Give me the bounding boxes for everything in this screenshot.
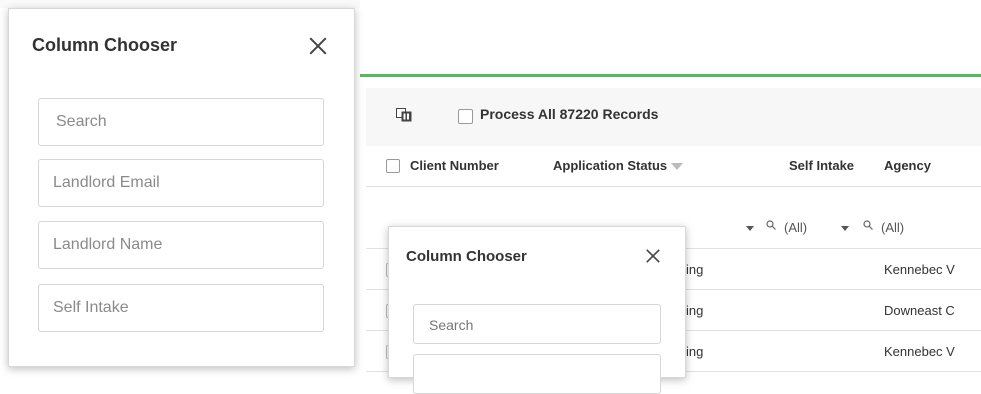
filter-self-intake[interactable]: (All)	[784, 220, 807, 235]
filter-agency[interactable]: (All)	[881, 220, 904, 235]
column-header-label: Application Status	[553, 158, 668, 173]
cell-agency: Kennebec V	[884, 262, 955, 277]
process-all-checkbox[interactable]	[458, 109, 473, 124]
filter-icon[interactable]	[671, 163, 684, 171]
search-input[interactable]: Search	[38, 98, 324, 146]
chevron-down-icon[interactable]	[841, 226, 849, 231]
column-item-landlord-name[interactable]: Landlord Name	[38, 221, 324, 269]
column-item[interactable]	[413, 354, 661, 394]
close-icon[interactable]	[646, 249, 660, 263]
column-header-agency[interactable]: Agency	[884, 158, 931, 173]
cell-application-status: ing	[686, 303, 704, 318]
search-icon	[863, 220, 873, 230]
cell-agency: Kennebec V	[884, 344, 955, 359]
column-chooser-icon[interactable]	[396, 108, 412, 122]
search-input[interactable]: Search	[413, 304, 661, 344]
column-item-self-intake[interactable]: Self Intake	[38, 284, 324, 332]
process-all-label: Process All 87220 Records	[480, 106, 659, 122]
grid-header-row: Client Number Application Status Self In…	[366, 146, 981, 187]
cell-application-status: ing	[686, 344, 704, 359]
grid-toolbar: Process All 87220 Records	[366, 88, 981, 147]
select-all-checkbox[interactable]	[386, 159, 400, 173]
column-header-application-status[interactable]: Application Status	[553, 158, 684, 173]
cell-agency: Downeast C	[884, 303, 955, 318]
column-chooser-title: Column Chooser	[406, 248, 527, 265]
column-chooser-title: Column Chooser	[32, 35, 178, 55]
column-header-client-number[interactable]: Client Number	[410, 158, 499, 173]
chevron-down-icon[interactable]	[746, 226, 754, 231]
background-strip	[0, 0, 360, 8]
column-chooser-panel: Column Chooser Search Landlord Email Lan…	[8, 8, 355, 367]
column-chooser-panel-small: Column Chooser Search	[388, 226, 686, 394]
cell-application-status: ing	[686, 262, 704, 277]
column-item-landlord-email[interactable]: Landlord Email	[38, 159, 324, 207]
close-icon[interactable]	[309, 37, 327, 55]
column-header-self-intake[interactable]: Self Intake	[789, 158, 854, 173]
search-icon	[766, 220, 776, 230]
